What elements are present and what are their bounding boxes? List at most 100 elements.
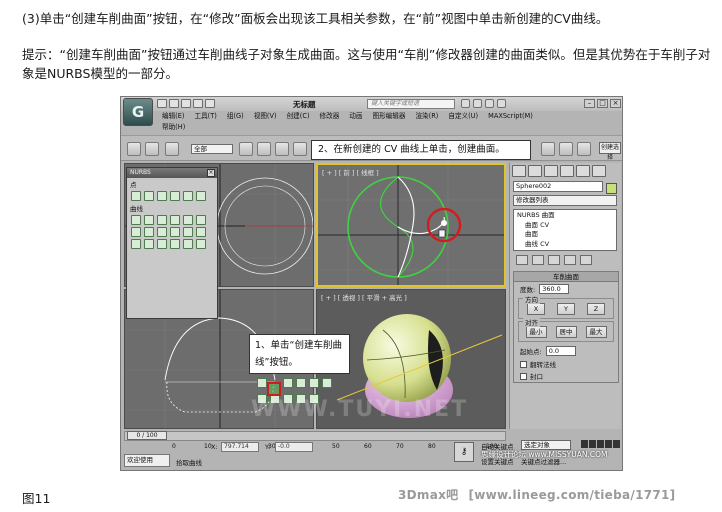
maximize-icon[interactable]: □ [597,99,608,108]
cv-curve-icon[interactable] [131,215,141,225]
x-coord-field[interactable]: 797.714 [221,442,259,452]
minimize-icon[interactable]: – [584,99,595,108]
new-file-icon[interactable] [157,99,167,108]
selection-filter-dropdown[interactable]: 全部 [191,144,233,154]
ruled-surface-icon[interactable] [296,378,306,388]
menu-create[interactable]: 创建(C) [282,111,315,122]
motion-tab-icon[interactable] [560,165,574,177]
goto-start-icon[interactable] [581,440,588,448]
viewport-front[interactable]: [ + ] [ 前 ] [ 线框 ] [316,163,506,287]
play-icon[interactable] [597,440,604,448]
create-point-icon[interactable] [131,191,141,201]
community-icon[interactable] [473,99,482,108]
menu-views[interactable]: 视图(V) [249,111,282,122]
display-tab-icon[interactable] [576,165,590,177]
stack-item-surface[interactable]: 曲面 [517,230,613,240]
transform-curve-icon[interactable] [170,215,180,225]
prev-frame-icon[interactable] [589,440,596,448]
direction-x-button[interactable]: X [527,303,545,315]
link-icon[interactable] [127,142,141,156]
time-slider-track[interactable] [124,431,506,441]
extrude-surface-icon[interactable] [283,378,293,388]
open-file-icon[interactable] [169,99,179,108]
goto-end-icon[interactable] [613,440,620,448]
menu-group[interactable]: 组(G) [222,111,249,122]
key-icon[interactable]: ⚷ [454,442,474,462]
blend-curve-icon[interactable] [183,215,193,225]
edit-named-sel-icon[interactable] [577,142,591,156]
named-selection-dropdown[interactable]: 创建选择 [599,142,621,161]
align-max-button[interactable]: 最大 [585,326,607,338]
cv-surface-icon[interactable] [257,378,267,388]
window-crossing-icon[interactable] [293,142,307,156]
normal-projected-curve-icon[interactable] [196,227,206,237]
surface-curve-point-icon[interactable] [196,191,206,201]
percent-snap-icon[interactable] [541,142,555,156]
menu-edit[interactable]: 编辑(E) [157,111,190,122]
menu-maxscript[interactable]: MAXScript(M) [483,111,538,122]
pin-stack-icon[interactable] [516,255,528,265]
create-lathe-surface-button[interactable] [267,382,281,396]
mirror-curve-icon[interactable] [131,227,141,237]
v-iso-curve-icon[interactable] [196,239,206,249]
create-tab-icon[interactable] [512,165,526,177]
surface-point-icon[interactable] [183,191,193,201]
modifier-list-dropdown[interactable]: 修改器列表 [513,195,617,206]
configure-sets-icon[interactable] [580,255,592,265]
fit-curve-icon[interactable] [157,215,167,225]
rect-select-icon[interactable] [275,142,289,156]
flip-normals-checkbox[interactable]: 翻转法线 [514,358,618,370]
stack-item-surface-cv[interactable]: 曲面 CV [517,221,613,231]
modify-tab-icon[interactable] [528,165,542,177]
y-coord-field[interactable]: -0.0 [275,442,313,452]
menu-tools[interactable]: 工具(T) [190,111,222,122]
bind-warp-icon[interactable] [165,142,179,156]
menu-animation[interactable]: 动画 [344,111,367,122]
offset-point-icon[interactable] [144,191,154,201]
show-end-result-icon[interactable] [532,255,544,265]
direction-z-button[interactable]: Z [587,303,605,315]
remove-modifier-icon[interactable] [564,255,576,265]
make-unique-icon[interactable] [548,255,560,265]
cap-checkbox[interactable]: 封口 [514,370,618,382]
redo-icon[interactable] [205,99,215,108]
checkbox-icon[interactable] [520,360,527,368]
u-iso-curve-icon[interactable] [183,239,193,249]
object-name-field[interactable]: Sphere002 [513,181,603,192]
surface-offset-curve-icon[interactable] [170,239,180,249]
unlink-icon[interactable] [145,142,159,156]
save-file-icon[interactable] [181,99,191,108]
next-frame-icon[interactable] [605,440,612,448]
degrees-spinner[interactable]: 360.0 [539,284,570,294]
cv-on-surface-icon[interactable] [144,239,154,249]
direction-y-button[interactable]: Y [557,303,575,315]
menu-rendering[interactable]: 渲染(R) [410,111,443,122]
object-color-swatch[interactable] [606,183,617,194]
close-icon[interactable]: × [207,169,215,177]
align-min-button[interactable]: 最小 [525,326,547,338]
maxscript-listener[interactable]: 欢迎使用 [124,454,170,467]
offset-curve-icon[interactable] [196,215,206,225]
favorites-icon[interactable] [485,99,494,108]
hierarchy-tab-icon[interactable] [544,165,558,177]
point-on-surface-icon[interactable] [157,239,167,249]
checkbox-icon[interactable] [520,372,527,380]
menu-help[interactable]: 帮助(H) [157,122,185,133]
align-center-button[interactable]: 居中 [555,326,577,338]
menu-graph-editors[interactable]: 图形编辑器 [367,111,410,122]
utilities-tab-icon[interactable] [592,165,606,177]
curve-curve-point-icon[interactable] [170,191,180,201]
chamfer-curve-icon[interactable] [144,227,154,237]
spinner-snap-icon[interactable] [559,142,573,156]
stack-item-nurbs-surface[interactable]: NURBS 曲面 [517,211,613,221]
stack-item-curve-cv[interactable]: 曲线 CV [517,240,613,250]
vector-projected-curve-icon[interactable] [131,239,141,249]
point-curve-icon[interactable] [144,215,154,225]
close-icon[interactable]: × [610,99,621,108]
search-icon[interactable] [461,99,470,108]
menu-customize[interactable]: 自定义(U) [443,111,483,122]
menu-modifiers[interactable]: 修改器 [315,111,345,122]
start-point-spinner[interactable]: 0.0 [545,346,576,356]
undo-icon[interactable] [193,99,203,108]
surface-edge-curve-icon[interactable] [170,227,180,237]
